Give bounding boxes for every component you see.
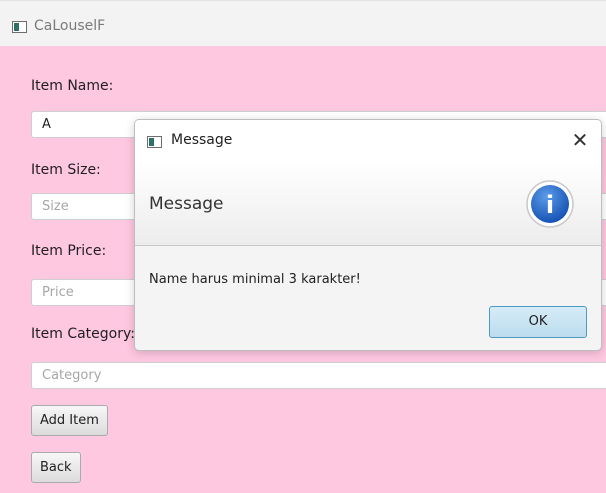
info-icon: i: [526, 180, 574, 228]
ok-button[interactable]: OK: [489, 306, 587, 338]
dialog-title: Message: [171, 132, 233, 148]
dialog-titlebar[interactable]: Message ✕: [135, 120, 601, 162]
info-icon-glyph: i: [546, 191, 554, 219]
add-item-button[interactable]: Add Item: [31, 405, 108, 436]
dialog-header-text: Message: [149, 194, 224, 214]
item-price-label: Item Price:: [31, 243, 107, 259]
app-window-icon: [12, 21, 27, 33]
window-titlebar[interactable]: CaLouselF: [0, 0, 606, 46]
message-dialog: Message ✕ Message i Name harus minimal 3…: [134, 119, 602, 351]
window-title: CaLouselF: [34, 18, 106, 34]
item-size-label: Item Size:: [31, 162, 101, 178]
dialog-header: Message i: [135, 162, 601, 246]
dialog-message: Name harus minimal 3 karakter!: [149, 272, 361, 287]
back-button[interactable]: Back: [31, 452, 81, 483]
close-icon[interactable]: ✕: [567, 126, 593, 154]
item-name-label: Item Name:: [31, 78, 114, 94]
dialog-window-icon: [147, 136, 162, 148]
item-category-label: Item Category:: [31, 326, 135, 342]
main-window: CaLouselF Item Name: Item Size: Item Pri…: [0, 0, 606, 493]
item-category-input[interactable]: [31, 362, 606, 389]
